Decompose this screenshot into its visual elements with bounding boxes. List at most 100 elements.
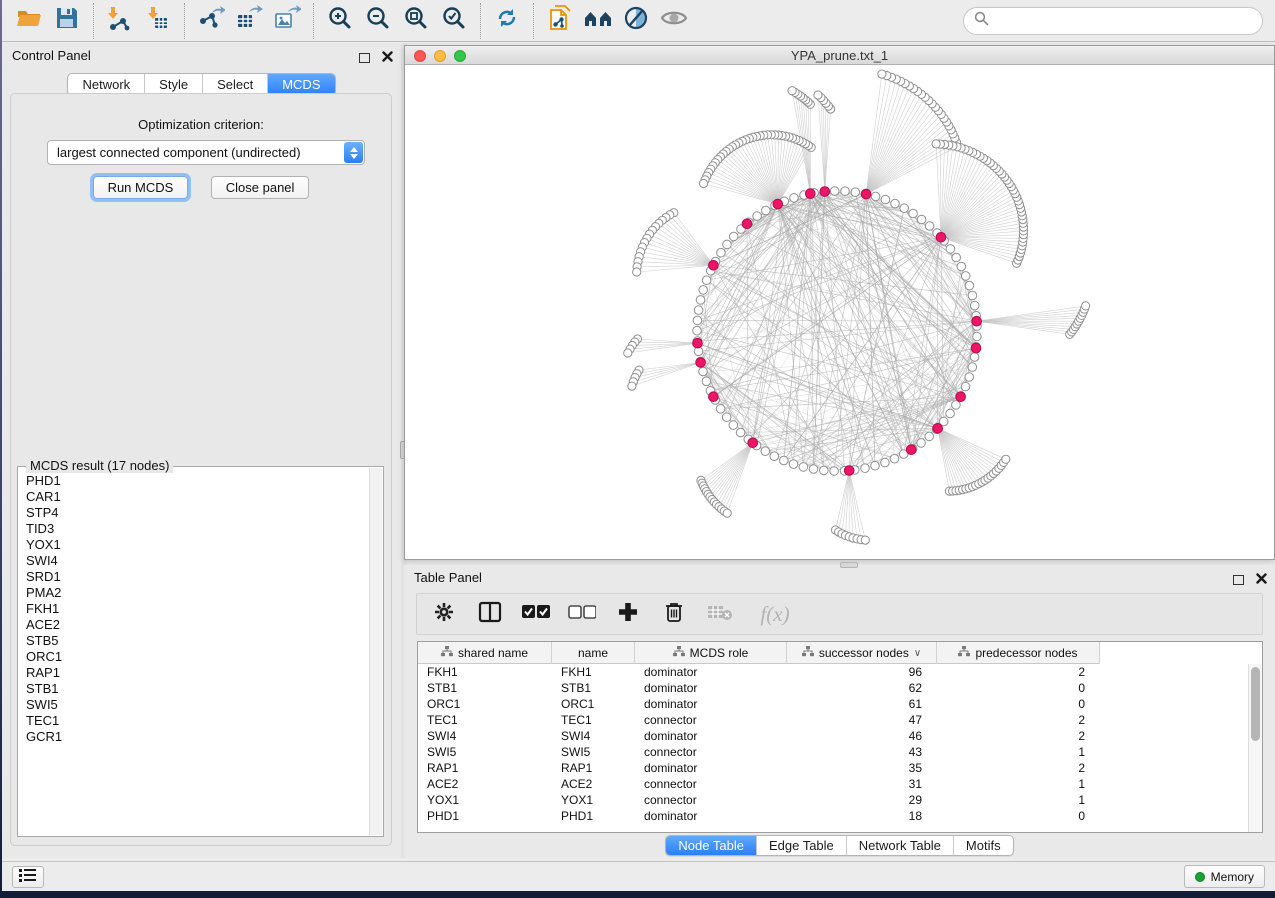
mcds-result-item[interactable]: PMA2 [19, 585, 369, 601]
zoom-fit-button[interactable] [397, 3, 435, 39]
select-all-button[interactable] [523, 601, 549, 627]
network-node[interactable] [799, 463, 808, 472]
network-hub-node[interactable] [806, 189, 816, 199]
network-hub-node[interactable] [956, 392, 966, 402]
network-leaf-node[interactable] [700, 179, 708, 187]
add-row-button[interactable] [615, 601, 641, 627]
close-panel-icon[interactable] [382, 49, 393, 67]
network-node[interactable] [961, 272, 970, 281]
table-row[interactable]: YOX1YOX1connector291 [418, 792, 1248, 808]
network-node[interactable] [723, 240, 732, 249]
tab-network-table[interactable]: Network Table [846, 836, 953, 855]
table-scrollbar[interactable] [1248, 664, 1262, 832]
mcds-result-item[interactable]: PHD1 [19, 473, 369, 489]
network-node[interactable] [871, 192, 880, 201]
column-header-shared-name[interactable]: shared name [418, 642, 552, 664]
float-panel-icon[interactable] [1233, 575, 1244, 585]
network-node[interactable] [881, 458, 890, 467]
network-leaf-node[interactable] [723, 509, 731, 517]
network-hub-node[interactable] [933, 424, 943, 434]
network-node[interactable] [699, 367, 708, 376]
network-node[interactable] [871, 461, 880, 470]
table-row[interactable]: STB1STB1dominator620 [418, 680, 1248, 696]
column-header-predecessor-nodes[interactable]: predecessor nodes [937, 642, 1100, 664]
network-node[interactable] [925, 222, 934, 231]
network-node[interactable] [790, 194, 799, 203]
show-columns-button[interactable] [477, 601, 503, 627]
network-hub-node[interactable] [906, 445, 916, 455]
table-row[interactable]: FKH1FKH1dominator962 [418, 664, 1248, 680]
network-hub-node[interactable] [742, 219, 752, 229]
network-node[interactable] [693, 326, 702, 335]
zoom-out-button[interactable] [359, 3, 397, 39]
network-leaf-node[interactable] [1002, 455, 1010, 463]
network-hub-node[interactable] [709, 261, 719, 271]
network-node[interactable] [909, 209, 918, 218]
delete-rows-button[interactable] [661, 601, 687, 627]
import-table-button[interactable] [139, 3, 177, 39]
search-input[interactable] [995, 13, 1252, 30]
mcds-result-item[interactable]: SRD1 [19, 569, 369, 585]
zoom-in-button[interactable] [321, 3, 359, 39]
network-leaf-node[interactable] [932, 140, 940, 148]
mcds-result-item[interactable]: CAR1 [19, 489, 369, 505]
network-node[interactable] [851, 188, 860, 197]
table-row[interactable]: TEC1TEC1connector472 [418, 712, 1248, 728]
network-hub-node[interactable] [861, 189, 871, 199]
hide-graphics-details-button[interactable] [617, 3, 655, 39]
network-node[interactable] [925, 432, 934, 441]
network-node[interactable] [694, 306, 703, 315]
table-row[interactable]: PHD1PHD1dominator180 [418, 808, 1248, 824]
network-canvas[interactable] [405, 66, 1274, 559]
optimization-criterion-select[interactable]: largest connected component (undirected) [47, 140, 365, 165]
table-row[interactable]: RAP1RAP1dominator352 [418, 760, 1248, 776]
network-node[interactable] [820, 466, 829, 475]
network-node[interactable] [900, 204, 909, 213]
network-node[interactable] [961, 382, 970, 391]
network-node[interactable] [736, 428, 745, 437]
export-image-button[interactable] [268, 3, 306, 39]
network-hub-node[interactable] [936, 233, 946, 243]
network-hub-node[interactable] [709, 392, 719, 402]
network-leaf-node[interactable] [861, 536, 869, 544]
network-node[interactable] [952, 401, 961, 410]
tab-mcds[interactable]: MCDS [267, 74, 334, 95]
network-node[interactable] [841, 187, 850, 196]
export-network-button[interactable] [192, 3, 230, 39]
network-node[interactable] [957, 262, 966, 271]
network-leaf-node[interactable] [814, 91, 822, 99]
network-node[interactable] [965, 373, 974, 382]
network-leaf-node[interactable] [624, 349, 632, 357]
save-session-button[interactable] [48, 3, 86, 39]
network-node[interactable] [702, 276, 711, 285]
network-leaf-node[interactable] [633, 268, 641, 276]
network-node[interactable] [699, 286, 708, 295]
mcds-result-item[interactable]: ORC1 [19, 649, 369, 665]
network-node[interactable] [890, 454, 899, 463]
zoom-selected-button[interactable] [435, 3, 473, 39]
scrollbar-thumb[interactable] [1251, 667, 1260, 741]
network-node[interactable] [753, 212, 762, 221]
tab-edge-table[interactable]: Edge Table [756, 836, 846, 855]
network-hub-node[interactable] [773, 199, 783, 209]
tab-select[interactable]: Select [202, 74, 267, 95]
mcds-result-item[interactable]: STP4 [19, 505, 369, 521]
float-panel-icon[interactable] [359, 53, 370, 63]
mcds-result-item[interactable]: TID3 [19, 521, 369, 537]
network-leaf-node[interactable] [628, 382, 636, 390]
network-node[interactable] [881, 195, 890, 204]
network-hub-node[interactable] [972, 316, 982, 326]
mcds-result-item[interactable]: YOX1 [19, 537, 369, 553]
network-node[interactable] [722, 413, 731, 422]
network-node[interactable] [952, 253, 961, 262]
network-node[interactable] [917, 439, 926, 448]
network-node[interactable] [729, 232, 738, 241]
mcds-result-item[interactable]: TEC1 [19, 713, 369, 729]
network-leaf-node[interactable] [788, 87, 796, 95]
import-network-button[interactable] [101, 3, 139, 39]
mcds-result-item[interactable]: STB5 [19, 633, 369, 649]
network-node[interactable] [716, 405, 725, 414]
network-leaf-node[interactable] [1082, 302, 1090, 310]
tab-network[interactable]: Network [68, 74, 144, 95]
memory-button[interactable]: Memory [1184, 865, 1265, 888]
